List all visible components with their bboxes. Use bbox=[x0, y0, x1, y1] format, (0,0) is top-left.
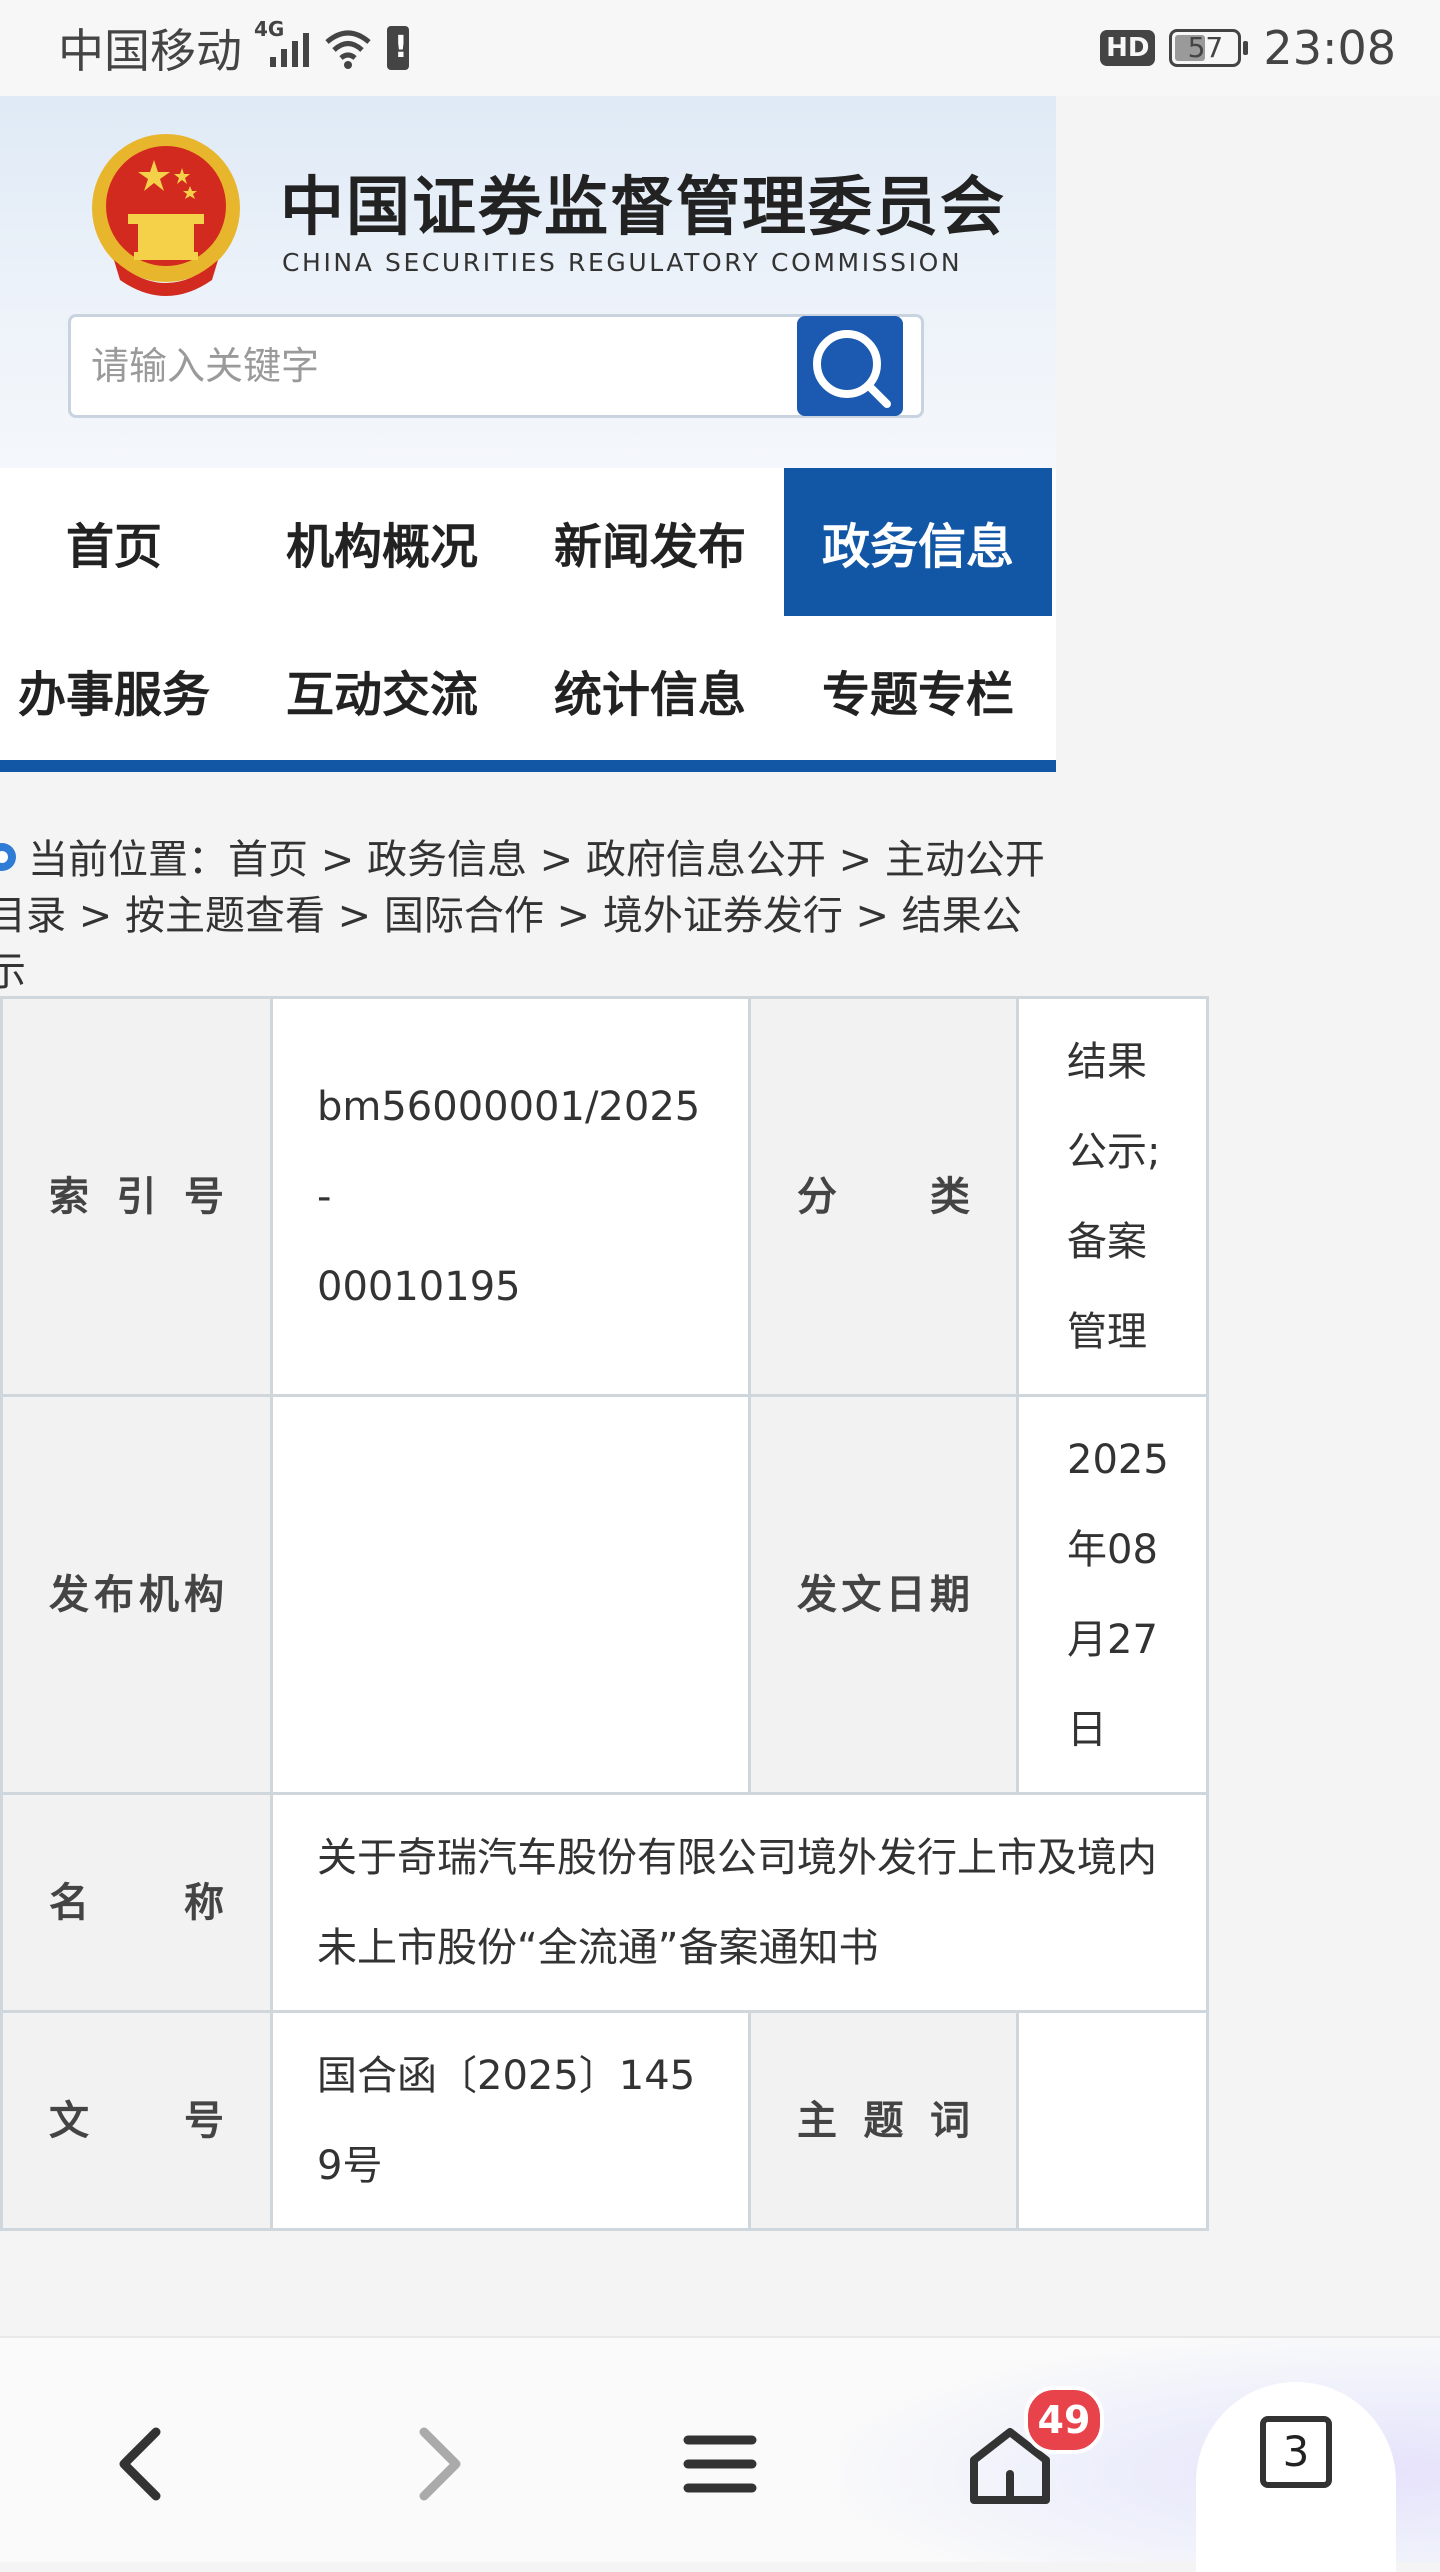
nav-item-statistics[interactable]: 统计信息 bbox=[516, 616, 784, 764]
table-row: 发布机构 发文日期 2025年08月27日 bbox=[0, 1394, 1209, 1795]
breadcrumb-line-1[interactable]: 当前位置：首页 > 政务信息 > 政府信息公开 > 主动公开 bbox=[28, 837, 1045, 883]
nav-item-services[interactable]: 办事服务 bbox=[0, 616, 248, 764]
index-label: 索引号 bbox=[0, 996, 273, 1397]
wifi-icon bbox=[323, 26, 373, 70]
document-number-value: 国合函〔2025〕1459号 bbox=[270, 2010, 751, 2231]
nav-item-about[interactable]: 机构概况 bbox=[248, 468, 516, 616]
site-subtitle: CHINA SECURITIES REGULATORY COMMISSION bbox=[282, 248, 963, 277]
location-pin-icon bbox=[0, 843, 16, 871]
nav-item-home[interactable]: 首页 bbox=[0, 468, 248, 616]
browser-toolbar: 49 3 bbox=[0, 2336, 1440, 2572]
name-value: 关于奇瑞汽车股份有限公司境外发行上市及境内未上市股份“全流通”备案通知书 bbox=[270, 1792, 1209, 2013]
index-value: bm56000001/2025- 00010195 bbox=[270, 996, 751, 1397]
subject-value bbox=[1016, 2010, 1209, 2231]
search-box bbox=[68, 314, 924, 418]
category-label: 分类 bbox=[748, 996, 1019, 1397]
publisher-value bbox=[270, 1394, 751, 1795]
signal-icon: 4G bbox=[254, 17, 309, 67]
site-header: 中国证券监督管理委员会 CHINA SECURITIES REGULATORY … bbox=[0, 96, 1056, 468]
national-emblem-icon bbox=[92, 134, 240, 296]
document-number-label: 文号 bbox=[0, 2010, 273, 2231]
battery-icon: 57 bbox=[1169, 29, 1249, 67]
tabs-count[interactable]: 3 bbox=[1260, 2416, 1332, 2488]
nav-item-topics[interactable]: 专题专栏 bbox=[784, 616, 1052, 764]
nav-item-interaction[interactable]: 互动交流 bbox=[248, 616, 516, 764]
home-notification-badge: 49 bbox=[1024, 2386, 1104, 2454]
table-row: 文号 国合函〔2025〕1459号 主题词 bbox=[0, 2010, 1209, 2231]
search-input[interactable] bbox=[89, 335, 853, 397]
name-label: 名称 bbox=[0, 1792, 273, 2013]
main-nav: 首页 机构概况 新闻发布 政务信息 办事服务 互动交流 统计信息 专题专栏 bbox=[0, 468, 1056, 772]
date-label: 发文日期 bbox=[748, 1394, 1019, 1795]
table-row: 名称 关于奇瑞汽车股份有限公司境外发行上市及境内未上市股份“全流通”备案通知书 bbox=[0, 1792, 1209, 2013]
forward-button[interactable] bbox=[378, 2404, 498, 2524]
breadcrumb-line-2[interactable]: 目录 > 按主题查看 > 国际合作 > 境外证券发行 > 结果公示 bbox=[0, 888, 1056, 1000]
status-bar: 中国移动 4G HD 57 23:08 bbox=[0, 0, 1440, 96]
search-button[interactable] bbox=[797, 316, 903, 416]
menu-button[interactable] bbox=[660, 2404, 780, 2524]
network-type: 4G bbox=[254, 17, 285, 41]
table-row: 索引号 bm56000001/2025- 00010195 分类 结果公示;备案… bbox=[0, 996, 1209, 1397]
document-info-table: 索引号 bm56000001/2025- 00010195 分类 结果公示;备案… bbox=[0, 996, 1209, 2231]
clock: 23:08 bbox=[1263, 21, 1396, 75]
publisher-label: 发布机构 bbox=[0, 1394, 273, 1795]
subject-label: 主题词 bbox=[748, 2010, 1019, 2231]
search-icon bbox=[813, 330, 891, 408]
forward-icon bbox=[419, 2427, 461, 2501]
menu-icon bbox=[683, 2435, 757, 2493]
category-value: 结果公示;备案管理 bbox=[1016, 996, 1209, 1397]
hd-icon: HD bbox=[1100, 30, 1156, 66]
breadcrumb: 当前位置：首页 > 政务信息 > 政府信息公开 > 主动公开 目录 > 按主题查… bbox=[0, 832, 1056, 1000]
date-value: 2025年08月27日 bbox=[1016, 1394, 1209, 1795]
nav-item-government-info[interactable]: 政务信息 bbox=[784, 468, 1052, 616]
carrier-name: 中国移动 bbox=[58, 24, 242, 78]
battery-alert-icon bbox=[387, 26, 409, 70]
back-button[interactable] bbox=[82, 2404, 202, 2524]
battery-level: 57 bbox=[1187, 31, 1224, 64]
nav-item-news[interactable]: 新闻发布 bbox=[516, 468, 784, 616]
back-icon bbox=[119, 2427, 161, 2501]
site-title: 中国证券监督管理委员会 bbox=[280, 171, 1006, 245]
web-page[interactable]: 中国证券监督管理委员会 CHINA SECURITIES REGULATORY … bbox=[0, 96, 1209, 2336]
